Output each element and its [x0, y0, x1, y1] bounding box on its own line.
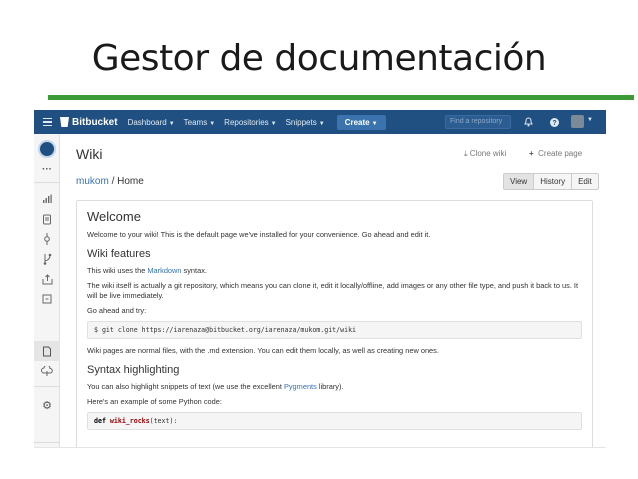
- downloads-icon[interactable]: [40, 292, 54, 306]
- search-input[interactable]: Find a repository: [445, 115, 511, 129]
- code-function: wiki_rocks: [109, 417, 150, 425]
- history-button[interactable]: History: [533, 174, 572, 189]
- syntax-text-post: library).: [316, 382, 344, 391]
- markdown-link[interactable]: Markdown: [147, 266, 181, 275]
- pull-requests-icon[interactable]: [40, 272, 54, 286]
- pipelines-icon[interactable]: [40, 364, 54, 378]
- top-navigation-bar: Bitbucket Dashboard ▼ Teams ▼ Repositories…: [34, 110, 606, 134]
- sidebar-divider: [34, 386, 60, 387]
- help-icon[interactable]: ?: [547, 115, 561, 129]
- sidebar-divider: [34, 182, 60, 183]
- code-args: (text):: [149, 417, 178, 425]
- nav-dashboard-label: Dashboard: [127, 117, 167, 127]
- create-page-label: Create page: [538, 149, 583, 158]
- clone-command-block[interactable]: $ git clone https://iarenaza@bitbucket.o…: [87, 321, 582, 339]
- features-text: This wiki uses the Markdown syntax.: [87, 266, 582, 276]
- sidebar: ··· ⚙: [34, 134, 60, 447]
- menu-icon[interactable]: [34, 117, 60, 127]
- wiki-icon[interactable]: [40, 344, 54, 358]
- create-page-link[interactable]: + Create page: [529, 149, 582, 158]
- more-icon[interactable]: ···: [40, 162, 54, 176]
- create-button[interactable]: Create ▼: [336, 114, 386, 130]
- example-text: Here's an example of some Python code:: [87, 397, 222, 406]
- caret-down-icon: ▼: [168, 120, 175, 127]
- page-title: Wiki: [76, 146, 103, 162]
- repo-avatar[interactable]: [38, 140, 56, 158]
- bitbucket-screenshot: Bitbucket Dashboard ▼ Teams ▼ Repositories…: [34, 110, 606, 448]
- plus-icon: +: [529, 149, 534, 158]
- bucket-logo-icon: [60, 117, 69, 127]
- avatar[interactable]: [571, 115, 584, 128]
- welcome-text: Welcome to your wiki! This is the defaul…: [87, 230, 431, 239]
- notification-icon[interactable]: [521, 115, 535, 129]
- nav-teams[interactable]: Teams ▼: [184, 118, 216, 127]
- syntax-heading: Syntax highlighting: [87, 364, 180, 376]
- branches-icon[interactable]: [40, 252, 54, 266]
- breadcrumb: mukom / Home: [76, 176, 144, 187]
- features-heading: Wiki features: [87, 248, 151, 260]
- download-icon: ⤓: [464, 149, 468, 158]
- caret-down-icon: ▼: [270, 120, 277, 127]
- syntax-text: You can also highlight snippets of text …: [87, 382, 582, 392]
- files-text: Wiki pages are normal files, with the .m…: [87, 346, 439, 355]
- settings-icon[interactable]: ⚙: [40, 398, 54, 412]
- try-text: Go ahead and try:: [87, 306, 147, 315]
- features-text-post: syntax.: [181, 266, 207, 275]
- welcome-heading: Welcome: [87, 209, 141, 224]
- nav-repositories-label: Repositories: [224, 117, 269, 127]
- nav-snippets[interactable]: Snippets ▼: [286, 118, 325, 127]
- clone-wiki-label: Clone wiki: [469, 149, 507, 158]
- sidebar-divider: [34, 442, 60, 443]
- title-underline: [48, 95, 634, 100]
- edit-button[interactable]: Edit: [571, 174, 598, 189]
- caret-down-icon: ▼: [371, 120, 378, 127]
- wiki-content: Welcome Welcome to your wiki! This is th…: [76, 200, 593, 447]
- svg-text:?: ?: [552, 120, 556, 127]
- breadcrumb-separator: /: [108, 176, 118, 187]
- commits-icon[interactable]: [40, 232, 54, 246]
- nav-dashboard[interactable]: Dashboard ▼: [128, 118, 175, 127]
- nav-repositories[interactable]: Repositories ▼: [224, 118, 276, 127]
- nav-snippets-label: Snippets: [285, 117, 317, 127]
- python-code-block[interactable]: def wiki_rocks(text):: [87, 412, 582, 430]
- breadcrumb-owner-link[interactable]: mukom: [76, 176, 109, 187]
- view-button[interactable]: View: [504, 174, 534, 189]
- source-icon[interactable]: [40, 212, 54, 226]
- view-mode-buttons: View History Edit: [503, 173, 599, 190]
- overview-icon[interactable]: [40, 192, 54, 206]
- nav-teams-label: Teams: [183, 117, 208, 127]
- caret-down-icon[interactable]: ▼: [587, 117, 593, 123]
- slide-title: Gestor de documentación: [91, 38, 547, 79]
- caret-down-icon: ▼: [209, 120, 216, 127]
- brand-name: Bitbucket: [72, 116, 118, 128]
- create-button-label: Create: [344, 117, 370, 127]
- features-text-pre: This wiki uses the: [87, 266, 148, 275]
- code-keyword: def: [94, 417, 106, 425]
- pygments-link[interactable]: Pygments: [284, 382, 317, 391]
- repo-text: The wiki itself is actually a git reposi…: [87, 281, 579, 300]
- syntax-text-pre: You can also highlight snippets of text …: [87, 382, 284, 391]
- breadcrumb-current: Home: [117, 176, 144, 187]
- clone-wiki-link[interactable]: ⤓ Clone wiki: [464, 149, 506, 159]
- caret-down-icon: ▼: [318, 120, 325, 127]
- bitbucket-logo[interactable]: Bitbucket: [60, 117, 118, 128]
